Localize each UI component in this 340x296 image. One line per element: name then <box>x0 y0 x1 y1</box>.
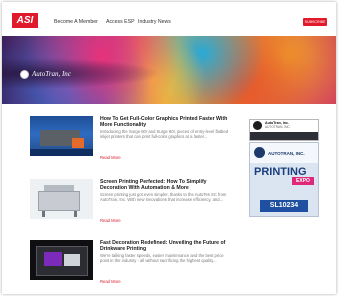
article-card: Screen Printing Perfected: How To Simpli… <box>30 179 230 229</box>
hero-brand-text: AutoTran, Inc <box>32 70 71 78</box>
ad-company-name: AUTOTRAN, INC. <box>268 151 305 156</box>
thumbnail-stripe <box>30 149 93 156</box>
nav-link-access-esp[interactable]: Access ESP <box>106 19 135 25</box>
ad-expo-badge: EXPO <box>292 177 314 185</box>
article-title[interactable]: How To Get Full-Color Graphics Printed F… <box>100 116 234 128</box>
article-title[interactable]: Screen Printing Perfected: How To Simpli… <box>100 179 234 191</box>
expo-ad[interactable]: AUTOTRAN, INC. PRINTING EXPO SL10234 <box>249 142 319 217</box>
autotran-logo-icon <box>254 147 265 158</box>
read-more-link[interactable]: Read More <box>100 218 121 223</box>
article-card: How To Get Full-Color Graphics Printed F… <box>30 116 230 166</box>
machine-leg <box>74 211 77 217</box>
article-description: We're talking faster speeds, easier main… <box>100 253 224 264</box>
hero-banner: AutoTran, Inc <box>2 36 336 104</box>
page: ASI Become A Member Access ESP Industry … <box>2 2 336 294</box>
booth-number-badge: SL10234 <box>260 200 308 212</box>
company-subname: AUTOTRAN, INC. <box>265 125 291 129</box>
top-nav: ASI Become A Member Access ESP Industry … <box>2 2 336 36</box>
hero-brand: AutoTran, Inc <box>20 69 71 79</box>
widget-header: AutoTran, Inc. AUTOTRAN, INC. <box>250 120 318 131</box>
article-thumbnail[interactable] <box>30 116 93 156</box>
read-more-link[interactable]: Read More <box>100 155 121 160</box>
article-title[interactable]: Fast Decoration Redefined: Unveiling the… <box>100 240 234 252</box>
article-description: Screen printing just got even simpler, t… <box>100 192 227 203</box>
autotran-logo-icon <box>20 69 29 79</box>
machine-light-image <box>44 252 62 266</box>
machine-leg <box>42 211 45 217</box>
machine-panel-image <box>64 254 80 266</box>
article-description: Introducing the Surge 60r and Surge 80r,… <box>100 129 229 140</box>
article-card: Fast Decoration Redefined: Unveiling the… <box>30 240 230 290</box>
article-thumbnail[interactable] <box>30 240 93 280</box>
asi-logo[interactable]: ASI <box>12 13 38 28</box>
nav-link-become-member[interactable]: Become A Member <box>54 19 98 25</box>
ad-header: AUTOTRAN, INC. <box>250 143 318 163</box>
read-more-link[interactable]: Read More <box>100 279 121 284</box>
subscribe-button[interactable]: SUBSCRIBE <box>303 18 327 26</box>
article-thumbnail[interactable] <box>30 179 93 219</box>
widget-action-bar: Follow Page Share <box>250 132 318 150</box>
product-image <box>72 138 84 148</box>
company-avatar-icon <box>253 121 262 130</box>
nav-link-industry-news[interactable]: Industry News <box>138 19 171 25</box>
company-page-widget: AutoTran, Inc. AUTOTRAN, INC. Follow Pag… <box>249 119 319 150</box>
machine-body-image <box>38 191 80 211</box>
